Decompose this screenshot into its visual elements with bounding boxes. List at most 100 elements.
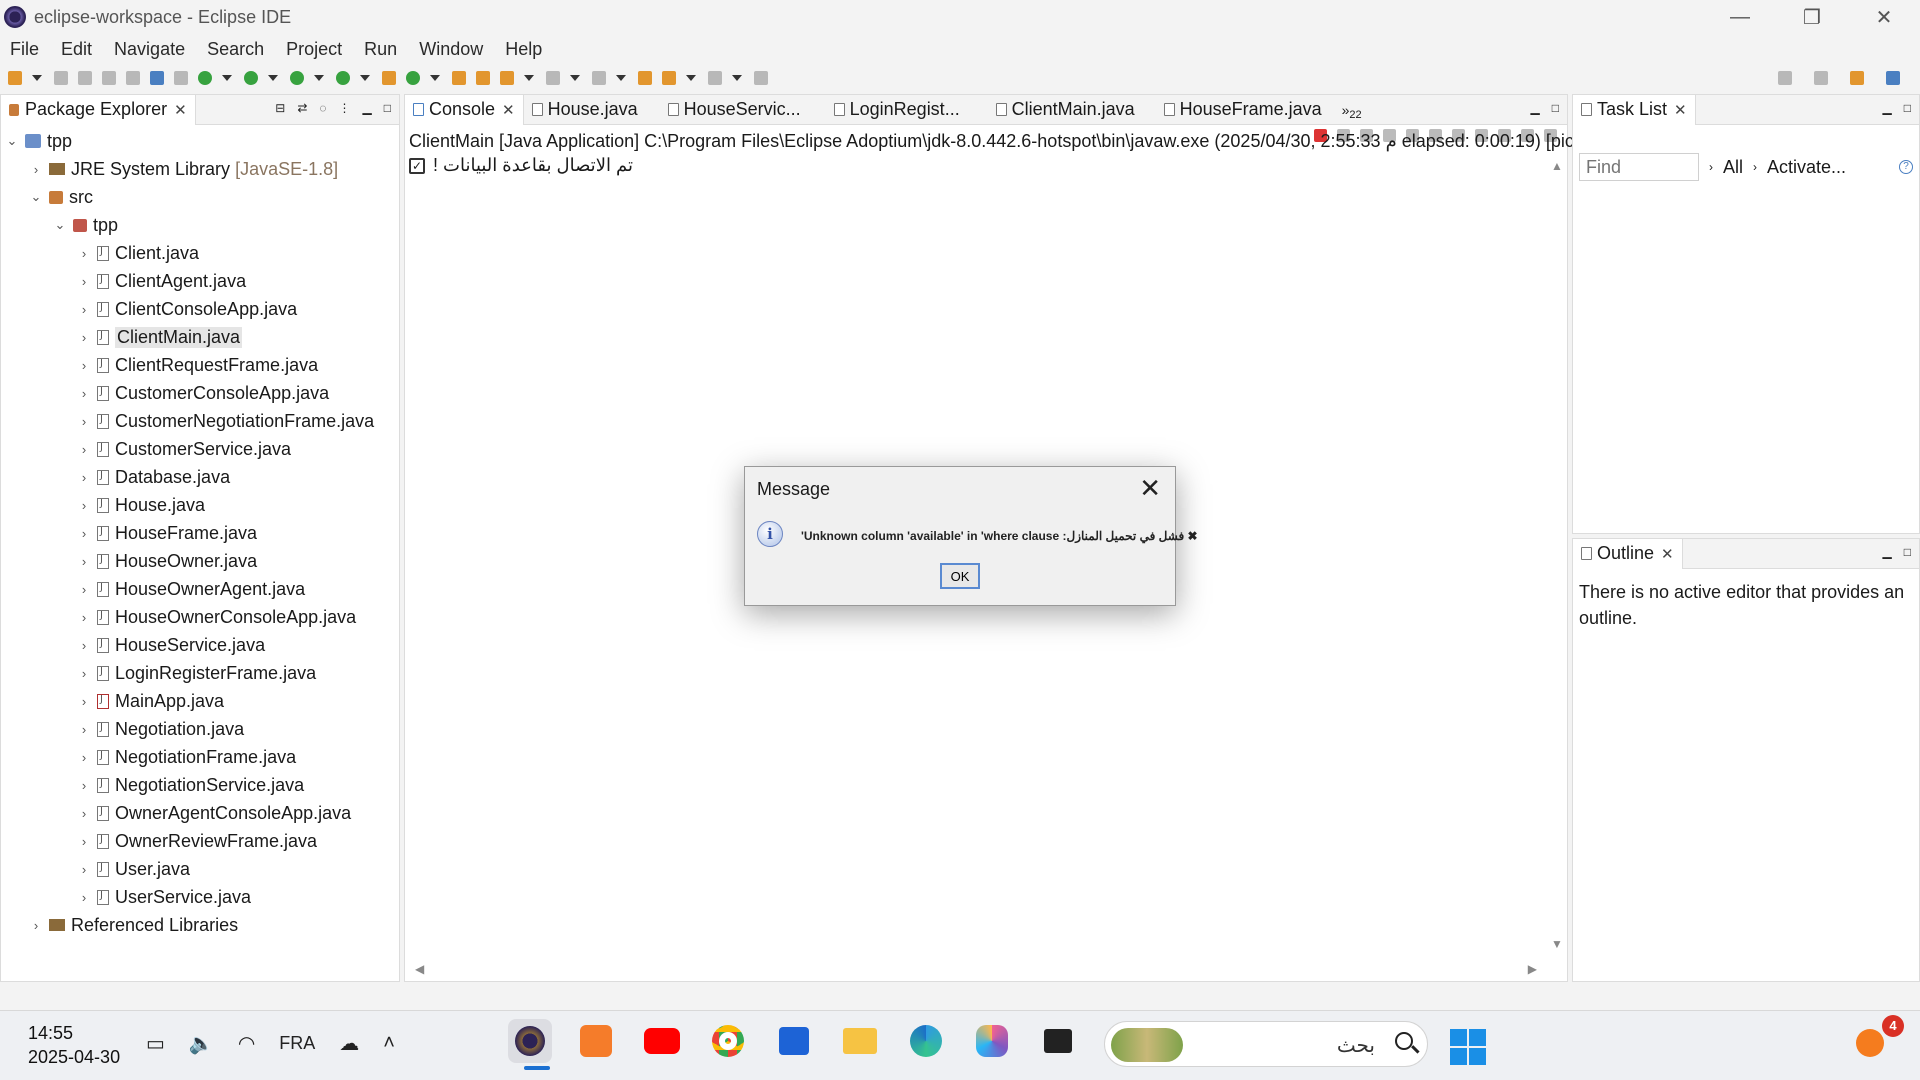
tab-console[interactable]: Console ✕	[405, 94, 524, 125]
terminal-app-icon[interactable]	[1036, 1019, 1080, 1063]
open-task-icon[interactable]	[476, 71, 490, 85]
tree-file[interactable]: › CustomerService.java	[1, 435, 399, 463]
minimize-view-icon[interactable]: ▁	[1531, 101, 1540, 115]
undo-icon[interactable]	[102, 71, 116, 85]
debug-icon[interactable]	[198, 71, 212, 85]
menu-project[interactable]: Project	[286, 39, 342, 60]
chevron-down-icon[interactable]: ⌄	[53, 217, 67, 233]
maximize-view-icon[interactable]: □	[1904, 545, 1911, 559]
scroll-up-icon[interactable]: ▲	[1551, 159, 1563, 173]
menu-edit[interactable]: Edit	[61, 39, 92, 60]
tree-file[interactable]: › ClientConsoleApp.java	[1, 295, 399, 323]
coverage-icon[interactable]	[290, 71, 304, 85]
run-icon[interactable]	[244, 71, 258, 85]
tree-file[interactable]: › OwnerAgentConsoleApp.java	[1, 799, 399, 827]
tree-file[interactable]: › HouseOwnerAgent.java	[1, 575, 399, 603]
tree-file[interactable]: › OwnerReviewFrame.java	[1, 827, 399, 855]
tree-file[interactable]: › Database.java	[1, 463, 399, 491]
activate-link[interactable]: Activate...	[1767, 157, 1846, 178]
tree-file[interactable]: › Client.java	[1, 239, 399, 267]
java-perspective-icon[interactable]	[1850, 71, 1864, 85]
search-dropdown-icon[interactable]	[524, 75, 534, 81]
tab-house-java[interactable]: House.java	[524, 95, 660, 125]
notification-icon[interactable]	[1856, 1029, 1884, 1057]
forward-dropdown-icon[interactable]	[732, 75, 742, 81]
chevron-up-icon[interactable]: ˄	[383, 1032, 395, 1055]
file-explorer-app-icon[interactable]	[838, 1019, 882, 1063]
new-class-icon[interactable]	[406, 71, 420, 85]
tab-task-list[interactable]: Task List ✕	[1573, 94, 1696, 125]
tab-outline[interactable]: Outline ✕	[1573, 538, 1683, 569]
tab-house-service[interactable]: HouseServic...	[660, 95, 826, 125]
chevron-right-icon[interactable]: ›	[77, 442, 91, 457]
chevron-right-icon[interactable]: ›	[77, 470, 91, 485]
chevron-right-icon[interactable]: ›	[77, 638, 91, 653]
windows-start-icon[interactable]	[1450, 1029, 1486, 1065]
tab-client-main[interactable]: ClientMain.java	[988, 95, 1156, 125]
new-icon[interactable]	[8, 71, 22, 85]
new-dropdown-icon[interactable]	[32, 75, 42, 81]
chevron-right-icon[interactable]: ›	[77, 358, 91, 373]
chevron-right-icon[interactable]: ›	[77, 274, 91, 289]
tree-file[interactable]: › User.java	[1, 855, 399, 883]
xampp-app-icon[interactable]	[574, 1019, 618, 1063]
terminal-icon[interactable]	[150, 71, 164, 85]
close-icon[interactable]: ✕	[1139, 473, 1161, 504]
redo-icon[interactable]	[126, 71, 140, 85]
minimize-view-icon[interactable]: ▁	[363, 101, 372, 115]
menu-search[interactable]: Search	[207, 39, 264, 60]
find-input[interactable]	[1579, 153, 1699, 181]
close-icon[interactable]: ✕	[502, 101, 515, 119]
search-tool-icon[interactable]	[500, 71, 514, 85]
tree-file[interactable]: › HouseService.java	[1, 631, 399, 659]
tree-file[interactable]: › LoginRegisterFrame.java	[1, 659, 399, 687]
tree-file[interactable]: › NegotiationService.java	[1, 771, 399, 799]
chevron-right-icon[interactable]: ›	[77, 694, 91, 709]
onedrive-icon[interactable]: ☁	[339, 1031, 359, 1056]
skip-breakpoints-icon[interactable]	[174, 71, 188, 85]
minimize-button[interactable]: —	[1704, 0, 1776, 34]
chevron-right-icon[interactable]: ›	[77, 862, 91, 877]
chevron-right-icon[interactable]: ›	[77, 666, 91, 681]
eclipse-app-icon[interactable]	[508, 1019, 552, 1063]
chevron-right-icon[interactable]: ›	[77, 246, 91, 261]
tree-file[interactable]: › ClientMain.java	[1, 323, 399, 351]
tree-package[interactable]: ⌄ tpp	[1, 211, 399, 239]
chevron-right-icon[interactable]: ›	[77, 722, 91, 737]
next-annotation-icon[interactable]	[546, 71, 560, 85]
save-icon[interactable]	[54, 71, 68, 85]
save-all-icon[interactable]	[78, 71, 92, 85]
all-filter[interactable]: All	[1723, 157, 1743, 178]
chevron-down-icon[interactable]: ⌄	[5, 133, 19, 149]
back-dropdown-icon[interactable]	[686, 75, 696, 81]
link-editor-icon[interactable]: ⇄	[297, 101, 307, 115]
chevron-right-icon[interactable]: ›	[77, 414, 91, 429]
close-window-button[interactable]: ✕	[1848, 0, 1920, 34]
close-icon[interactable]: ✕	[174, 101, 187, 119]
wifi-icon[interactable]: ◠	[238, 1031, 255, 1056]
maximize-view-icon[interactable]: □	[1904, 101, 1911, 115]
new-java-project-icon[interactable]	[382, 71, 396, 85]
open-perspective-icon[interactable]	[1814, 71, 1828, 85]
new-class-dropdown-icon[interactable]	[430, 75, 440, 81]
edge-app-icon[interactable]	[904, 1019, 948, 1063]
view-menu-icon[interactable]: ⋮	[339, 101, 351, 115]
prev-annotation-icon[interactable]	[592, 71, 606, 85]
taskbar-search[interactable]: بحث	[1104, 1021, 1428, 1067]
collapse-all-icon[interactable]: ⊟	[275, 101, 285, 115]
minimize-view-icon[interactable]: ▁	[1883, 545, 1892, 559]
back-icon[interactable]	[662, 71, 676, 85]
vertical-scrollbar[interactable]: ▲ ▼	[1547, 159, 1567, 951]
menu-navigate[interactable]: Navigate	[114, 39, 185, 60]
minimize-view-icon[interactable]: ▁	[1883, 101, 1892, 115]
tree-referenced-libraries[interactable]: › Referenced Libraries	[1, 911, 399, 939]
next-annotation-dropdown-icon[interactable]	[570, 75, 580, 81]
tree-file[interactable]: › MainApp.java	[1, 687, 399, 715]
chevron-right-icon[interactable]: ›	[29, 162, 43, 177]
tree-file[interactable]: › HouseOwnerConsoleApp.java	[1, 603, 399, 631]
chevron-down-icon[interactable]: ⌄	[29, 189, 43, 205]
chevron-right-icon[interactable]: ›	[77, 302, 91, 317]
external-tools-icon[interactable]	[336, 71, 350, 85]
search-icon[interactable]	[1778, 71, 1792, 85]
external-tools-dropdown-icon[interactable]	[360, 75, 370, 81]
